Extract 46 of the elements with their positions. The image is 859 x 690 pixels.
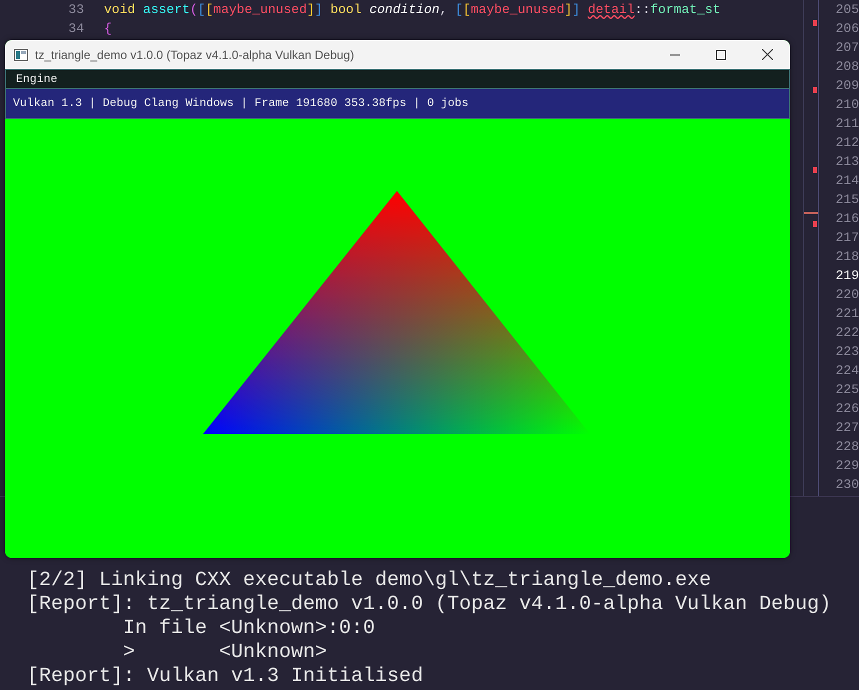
line-number: 212 <box>834 134 859 152</box>
close-icon <box>762 49 772 60</box>
line-number: 218 <box>834 248 859 266</box>
line-number: 221 <box>834 305 859 323</box>
maximize-icon <box>716 50 726 60</box>
line-number: 220 <box>834 286 859 304</box>
scroll-marker <box>813 221 817 227</box>
menu-item[interactable]: Engine <box>6 72 58 86</box>
line-number: 222 <box>834 324 859 342</box>
line-number: 211 <box>834 115 859 133</box>
terminal-line: [Report]: tz_triangle_demo v1.0.0 (Topaz v4.1.0-alpha Vulkan Debug) <box>27 593 832 617</box>
terminal-line: In file <Unknown>:0:0 <box>122 617 376 641</box>
scroll-marker <box>804 212 818 214</box>
line-number: 206 <box>834 20 859 38</box>
code-line: void assert([[maybe_unused]] bool condition, [[maybe_unused]] detail::format_st <box>104 2 720 17</box>
scroll-marker <box>813 20 817 26</box>
terminal-line: [2/2] Linking CXX executable demo\gl\tz_triangle_demo.exe <box>27 569 712 593</box>
line-number: 219 <box>834 267 859 285</box>
line-number: 217 <box>834 229 859 247</box>
line-number: 214 <box>834 172 859 190</box>
terminal-line: > <Unknown> <box>122 641 328 665</box>
line-number: 229 <box>834 457 859 475</box>
line-number: 213 <box>834 153 859 171</box>
status-text: Vulkan 1.3 | Debug Clang Windows | Frame 191680 353.38fps | 0 jobs <box>12 97 468 110</box>
scroll-marker <box>813 87 817 93</box>
line-number: 208 <box>834 58 859 76</box>
code-line: { <box>104 21 112 36</box>
line-number: 215 <box>834 191 859 209</box>
scroll-marker <box>813 167 817 173</box>
line-number: 230 <box>834 476 859 494</box>
line-number: 207 <box>834 39 859 57</box>
line-number: 225 <box>834 381 859 399</box>
line-number: 227 <box>834 419 859 437</box>
line-number: 210 <box>834 96 859 114</box>
line-number: 228 <box>834 438 859 456</box>
line-number: 209 <box>834 77 859 95</box>
line-number: 226 <box>834 400 859 418</box>
line-number: 33 <box>67 2 85 17</box>
window-title: tz_triangle_demo v1.0.0 (Topaz v4.1.0-alpha Vulkan Debug) <box>35 48 356 62</box>
line-number: 224 <box>834 362 859 380</box>
line-number: 205 <box>834 1 859 19</box>
line-number: 34 <box>67 21 85 36</box>
line-number: 216 <box>834 210 859 228</box>
line-number: 223 <box>834 343 859 361</box>
terminal-line: [Report]: Vulkan v1.3 Initialised <box>27 665 424 689</box>
app-icon <box>14 48 28 60</box>
